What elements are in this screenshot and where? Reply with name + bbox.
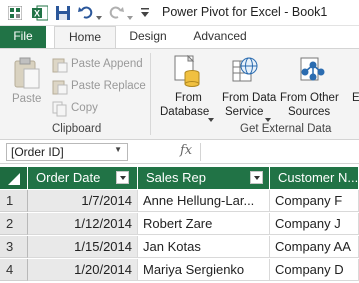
row-number[interactable]: 3 [0, 236, 28, 258]
from-other-sources-label: From Other [280, 92, 339, 104]
copy-icon [52, 101, 68, 120]
cell-customer[interactable]: Company D [270, 259, 359, 281]
cell-customer[interactable]: Company J [270, 213, 359, 235]
title-bar: X Power Pivot for Excel - Book1 [0, 0, 359, 26]
data-grid: Order Date Sales Rep Customer N... 1 1/7… [0, 167, 359, 283]
row-number[interactable]: 2 [0, 213, 28, 235]
cell-sales-rep[interactable]: Robert Zare [138, 213, 270, 235]
cell-order-date[interactable]: 1/20/2014 [28, 259, 138, 281]
paste-icon [13, 57, 41, 92]
cell-customer[interactable]: Company F [270, 190, 359, 212]
from-other-sources-label-2: Sources [288, 106, 331, 118]
undo-icon[interactable] [78, 4, 94, 23]
cell-customer[interactable]: Company AA [270, 236, 359, 258]
filter-icon[interactable] [116, 171, 129, 184]
paste-replace-icon [52, 79, 68, 98]
select-all-corner[interactable] [0, 167, 28, 189]
column-header-label: Customer N... [278, 170, 359, 185]
clipboard-group-label: Clipboard [52, 123, 102, 135]
name-box-value: [Order ID] [11, 145, 64, 159]
other-sources-icon [300, 55, 326, 92]
group-separator [150, 53, 151, 135]
cell-order-date[interactable]: 1/7/2014 [28, 190, 138, 212]
cell-sales-rep[interactable]: Jan Kotas [138, 236, 270, 258]
cell-order-date[interactable]: 1/12/2014 [28, 213, 138, 235]
fx-icon[interactable]: fx [180, 143, 192, 158]
column-header-order-date[interactable]: Order Date [28, 167, 138, 189]
row-number[interactable]: 4 [0, 259, 28, 281]
redo-icon[interactable] [108, 4, 124, 23]
tab-advanced[interactable]: Advanced [188, 26, 252, 48]
chevron-down-icon[interactable]: ▼ [114, 145, 122, 154]
from-data-service-label-2: Service [225, 106, 264, 118]
powerpivot-icon [7, 5, 23, 23]
cell-sales-rep[interactable]: Anne Hellung-Lar... [138, 190, 270, 212]
data-service-icon [232, 55, 258, 92]
tab-file[interactable]: File [0, 26, 46, 48]
copy-label: Copy [71, 102, 98, 114]
customize-icon[interactable] [141, 7, 149, 21]
paste-append-label: Paste Append [71, 58, 143, 70]
column-header-customer-name[interactable]: Customer N... [270, 167, 359, 189]
database-icon [174, 54, 200, 92]
row-number[interactable]: 1 [0, 190, 28, 212]
cut-off-button-label[interactable]: E [352, 92, 359, 104]
from-database-label: From [175, 92, 202, 104]
svg-text:X: X [34, 9, 40, 19]
paste-append-icon [52, 57, 68, 76]
column-header-label: Order Date [36, 170, 101, 185]
name-box[interactable]: [Order ID] ▼ [6, 143, 128, 161]
ribbon-tabs: File Home Design Advanced [0, 26, 359, 49]
formula-separator [200, 143, 201, 161]
paste-label: Paste [12, 93, 42, 105]
paste-replace-label: Paste Replace [71, 80, 146, 92]
window-title: Power Pivot for Excel - Book1 [162, 5, 328, 19]
filter-icon[interactable] [250, 171, 263, 184]
save-icon[interactable] [55, 5, 71, 24]
ribbon: Paste Paste Append Paste Replace Copy Cl… [0, 48, 359, 140]
select-all-icon [8, 173, 20, 185]
tab-home[interactable]: Home [54, 26, 116, 49]
cell-sales-rep[interactable]: Mariya Sergienko [138, 259, 270, 281]
column-header-label: Sales Rep [146, 170, 206, 185]
chevron-down-icon [208, 111, 214, 125]
column-header-sales-rep[interactable]: Sales Rep [138, 167, 270, 189]
cell-order-date[interactable]: 1/15/2014 [28, 236, 138, 258]
undo-dropdown-icon[interactable] [96, 9, 102, 23]
external-data-group-label: Get External Data [240, 123, 332, 135]
tab-design[interactable]: Design [124, 26, 172, 48]
redo-dropdown-icon[interactable] [127, 9, 133, 23]
from-data-service-label: From Data [222, 92, 277, 104]
excel-icon[interactable]: X [32, 5, 49, 24]
formula-bar: [Order ID] ▼ fx [0, 140, 359, 164]
from-database-label-2: Database [160, 106, 210, 118]
